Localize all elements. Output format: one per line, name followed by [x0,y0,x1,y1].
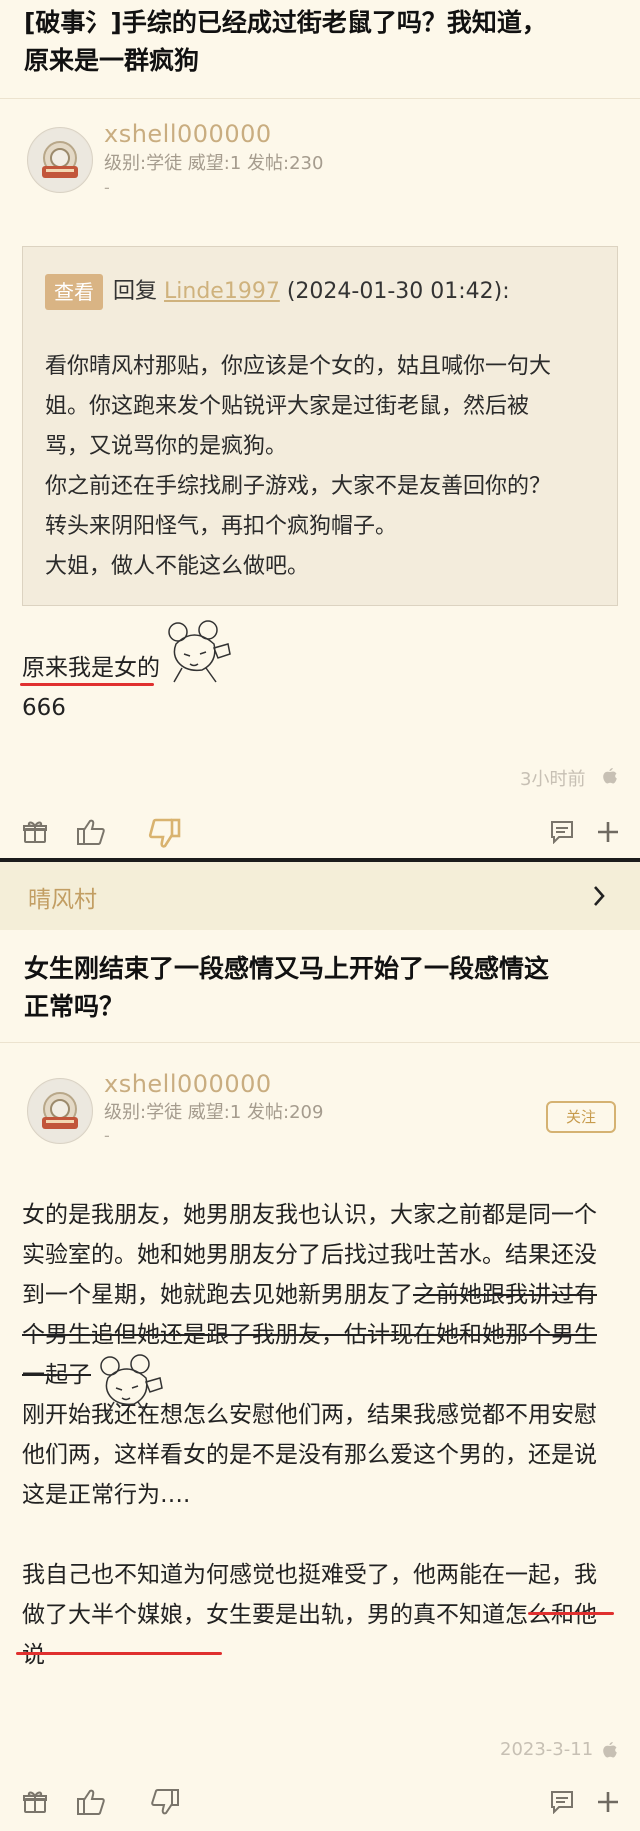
author-name[interactable]: xshell000000 [104,120,272,148]
struck-text: 之前她跟我讲过有 [413,1282,597,1308]
red-underline [528,1612,614,1615]
post-title-line: 原来是一群疯狗 [24,46,200,75]
plus-icon[interactable] [596,1790,620,1814]
avatar-icon [29,129,91,191]
body-line: 这是正常行为…. [22,1482,191,1508]
reply-prefix: 回复 [113,279,158,304]
quote-line: 骂，又说骂你的是疯狗。 [45,434,288,459]
post-body: 女的是我朋友，她男朋友我也认识，大家之前都是同一个 实验室的。她和她男朋友分了后… [22,1195,622,1675]
avatar-icon [29,1080,91,1142]
post-title-line: 女生刚结束了一段感情又马上开始了一段感情这 [24,954,550,983]
quote-body: 看你晴风村那贴，你应该是个女的，姑且喊你一句大 姐。你这跑来发个贴锐评大家是过街… [45,347,605,587]
reply-body: 原来我是女的 666 [22,648,622,728]
quote-header: 回复 Linde1997 (2024-01-30 01:42): [113,274,510,310]
body-line: 到一个星期，她就跑去见她新男朋友了之前她跟我讲过有 [22,1275,622,1315]
author-sub: - [104,1126,110,1145]
red-underline [16,1652,222,1655]
body-line: 做了大半个媒娘，女生要是出轨，男的真不知道怎么和他 [22,1602,597,1628]
anime-sticker [100,1354,163,1417]
reply-user-link[interactable]: Linde1997 [164,279,280,304]
avatar[interactable] [27,127,93,193]
comment-icon[interactable] [549,1790,575,1814]
divider [0,1042,640,1043]
thumbs-up-icon[interactable] [76,1788,106,1816]
post-title: 女生刚结束了一段感情又马上开始了一段感情这 正常吗？ [24,950,620,1026]
section-bar[interactable]: 晴风村 [0,862,640,930]
post-title-line: [破事氵]手综的已经成过街老鼠了吗？我知道， [24,8,547,37]
gift-icon[interactable] [22,1789,48,1815]
view-quote-button[interactable]: 查看 [45,274,103,310]
quote-block: 查看 回复 Linde1997 (2024-01-30 01:42): 看你晴风… [22,246,618,606]
body-line: 我自己也不知道为何感觉也挺难受了，他两能在一起，我 [22,1562,597,1588]
body-text: 到一个星期，她就跑去见她新男朋友了 [22,1282,413,1308]
thumbs-up-icon[interactable] [76,818,106,846]
struck-line: 个男生追但她还是跟了我朋友，估计现在她和她那个男生 [22,1322,597,1348]
gift-icon[interactable] [22,819,48,845]
post-title: [破事氵]手综的已经成过街老鼠了吗？我知道， 原来是一群疯狗 [24,4,620,80]
body-line: 实验室的。她和她男朋友分了后找过我吐苦水。结果还没 [22,1242,597,1268]
divider [0,98,640,99]
quote-line: 转头来阴阳怪气，再扣个疯狗帽子。 [45,514,398,539]
author-name[interactable]: xshell000000 [104,1070,272,1098]
body-line: 女的是我朋友，她男朋友我也认识，大家之前都是同一个 [22,1202,597,1228]
chevron-right-icon[interactable] [592,885,606,907]
thumbs-down-icon[interactable] [150,1788,180,1816]
comment-icon[interactable] [549,820,575,844]
author-meta: 级别:学徒 威望:1 发帖:209 [104,1102,324,1123]
post-title-line: 正常吗？ [24,992,125,1021]
apple-icon [603,1742,617,1758]
thumbs-down-icon[interactable] [148,817,182,849]
avatar[interactable] [27,1078,93,1144]
post-time: 2023-3-11 [500,1739,594,1760]
quote-line: 你之前还在手综找刷子游戏，大家不是友善回你的？ [45,474,552,499]
author-sub: - [104,178,110,197]
section-label: 晴风村 [28,887,97,913]
author-meta: 级别:学徒 威望:1 发帖:230 [104,153,324,174]
apple-icon [603,768,617,784]
post-time: 3小时前 [520,769,586,790]
body-line: 他们两，这样看女的是不是没有那么爱这个男的，还是说 [22,1442,597,1468]
plus-icon[interactable] [596,820,620,844]
quote-line: 姐。你这跑来发个贴锐评大家是过街老鼠，然后被 [45,394,530,419]
reply-time: (2024-01-30 01:42): [286,279,510,304]
follow-button[interactable]: 关注 [546,1101,616,1133]
red-underline [20,683,154,686]
reply-line: 666 [22,695,66,721]
quote-line: 看你晴风村那贴，你应该是个女的，姑且喊你一句大 [45,354,552,379]
body-line: 说 [22,1642,45,1668]
anime-sticker [168,620,231,683]
quote-line: 大姐，做人不能这么做吧。 [45,554,310,579]
reply-line: 原来我是女的 [22,655,160,681]
